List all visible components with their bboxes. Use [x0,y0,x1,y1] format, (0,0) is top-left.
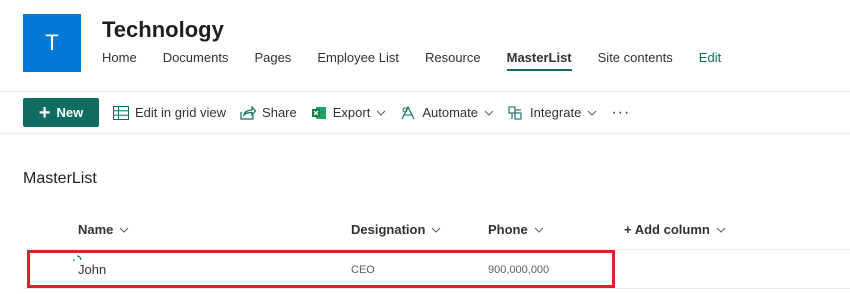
column-header-designation[interactable]: Designation [351,222,441,237]
column-header-name-label: Name [78,222,114,237]
share-label: Share [262,105,297,120]
export-label: Export [332,105,371,120]
chevron-down-icon [376,110,386,116]
chevron-down-icon [484,110,494,116]
site-nav: Home Documents Pages Employee List Resou… [102,50,747,71]
nav-edit-link[interactable]: Edit [699,50,721,71]
chevron-down-icon [534,227,544,233]
new-button[interactable]: + New [23,98,99,127]
more-options-icon[interactable]: ··· [611,104,630,122]
nav-site-contents[interactable]: Site contents [598,50,673,71]
integrate-label: Integrate [529,105,582,120]
share-button[interactable]: Share [240,105,297,120]
grid-icon [113,105,129,120]
column-header-designation-label: Designation [351,222,426,237]
column-header-phone[interactable]: Phone [488,222,544,237]
integrate-icon [508,105,522,120]
column-header-phone-label: Phone [488,222,528,237]
row-divider [23,288,850,289]
site-logo[interactable]: T [23,14,81,72]
edit-grid-view-label: Edit in grid view [135,105,227,120]
list-title: MasterList [23,170,97,187]
automate-icon [401,105,415,119]
add-column-label: + Add column [624,222,710,237]
header-row-divider [23,249,850,250]
header-divider [0,91,850,92]
row-phone-cell: 900,000,000 [488,264,550,276]
chevron-down-icon [120,227,129,233]
nav-documents[interactable]: Documents [163,50,229,71]
nav-pages[interactable]: Pages [254,50,291,71]
row-designation-cell: CEO [351,264,375,276]
plus-icon: + [38,101,51,124]
new-button-label: New [56,105,84,120]
nav-resource[interactable]: Resource [425,50,481,71]
excel-icon [311,106,326,119]
automate-button[interactable]: Automate [400,105,494,120]
site-title[interactable]: Technology [102,17,224,43]
nav-masterlist[interactable]: MasterList [506,50,572,71]
chevron-down-icon [716,227,726,233]
share-icon [240,105,257,120]
automate-label: Automate [422,105,478,120]
integrate-button[interactable]: Integrate [508,105,597,120]
column-header-name[interactable]: Name [78,222,129,237]
export-button[interactable]: Export [311,105,387,120]
chevron-down-icon [432,227,441,233]
command-bar: + New Edit in grid view Share Export Aut… [23,98,630,127]
commandbar-divider [0,133,850,134]
add-column-button[interactable]: + Add column [624,222,726,237]
edit-grid-view-button[interactable]: Edit in grid view [113,105,226,120]
row-name-cell[interactable]: John [78,262,106,277]
nav-employee-list[interactable]: Employee List [317,50,399,71]
nav-home[interactable]: Home [102,50,137,71]
chevron-down-icon [587,110,597,116]
